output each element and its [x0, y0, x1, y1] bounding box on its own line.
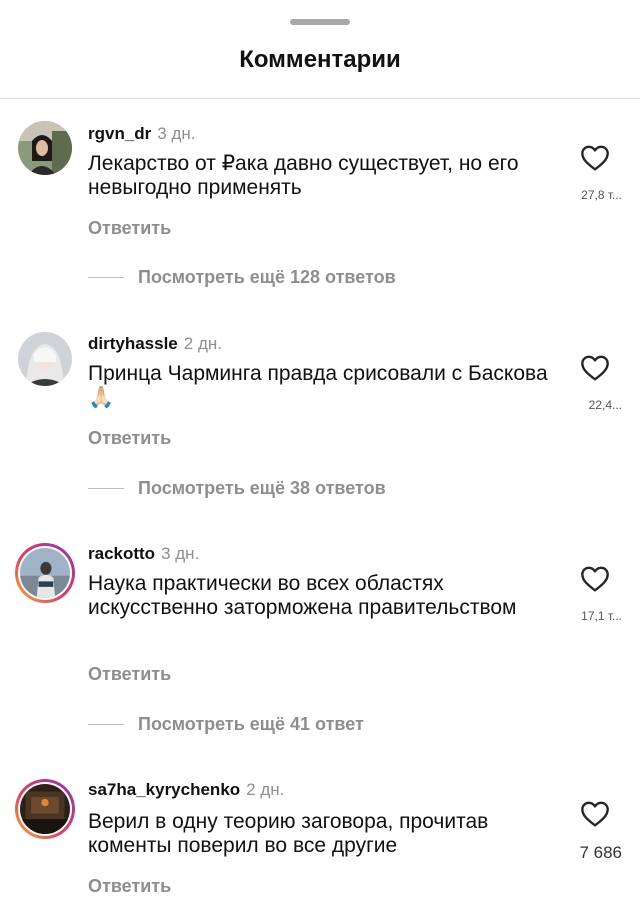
header-divider	[0, 98, 640, 99]
avatar-photo	[20, 548, 70, 598]
username[interactable]: rgvn_dr	[88, 124, 151, 143]
like-heart-icon[interactable]	[578, 798, 612, 830]
username[interactable]: sa7ha_kyrychenko	[88, 780, 240, 799]
comment-text: Лекарство от ₽ака давно существует, но е…	[88, 152, 519, 199]
comment-text: Верил в одну теорию заговора, прочитав к…	[88, 810, 489, 857]
comment-text: Наука практически во всех областях искус…	[88, 572, 517, 619]
divider-line	[88, 277, 124, 278]
view-more-replies[interactable]: Посмотреть ещё 38 ответов	[88, 478, 386, 499]
timestamp: 3 дн.	[161, 544, 200, 563]
view-more-replies-label: Посмотреть ещё 38 ответов	[138, 478, 386, 498]
comments-sheet: Комментарии rgvn_dr 3 дн. Лекарство от ₽а…	[0, 0, 640, 912]
like-count: 27,8 т...	[581, 188, 622, 202]
like-heart-icon[interactable]	[578, 142, 612, 174]
page-title: Комментарии	[239, 46, 401, 73]
like-count: 17,1 т...	[581, 609, 622, 623]
avatar[interactable]	[18, 332, 72, 386]
divider-line	[88, 724, 124, 725]
timestamp: 2 дн.	[183, 334, 222, 353]
divider-line	[88, 488, 124, 489]
avatar-story-ring[interactable]	[15, 543, 75, 603]
drag-handle[interactable]	[290, 19, 350, 25]
timestamp: 2 дн.	[246, 780, 285, 799]
like-count: 7 686	[579, 843, 622, 862]
username[interactable]: rackotto	[88, 544, 155, 563]
view-more-replies[interactable]: Посмотреть ещё 41 ответ	[88, 714, 364, 735]
view-more-replies[interactable]: Посмотреть ещё 128 ответов	[88, 267, 396, 288]
comment-meta: sa7ha_kyrychenko 2 дн.	[88, 780, 284, 800]
avatar-story-ring[interactable]	[15, 779, 75, 839]
comment-meta: rackotto 3 дн.	[88, 544, 199, 564]
timestamp: 3 дн.	[157, 124, 196, 143]
avatar[interactable]	[18, 121, 72, 175]
reply-button[interactable]: Ответить	[88, 664, 171, 685]
like-heart-icon[interactable]	[578, 352, 612, 384]
reply-button[interactable]: Ответить	[88, 428, 171, 449]
reply-button[interactable]: Ответить	[88, 876, 171, 897]
like-count: 22,4...	[588, 398, 622, 412]
username[interactable]: dirtyhassle	[88, 334, 178, 353]
avatar-photo	[18, 121, 72, 175]
avatar-photo	[18, 332, 72, 386]
reply-button[interactable]: Ответить	[88, 218, 171, 239]
comment-text: Принца Чарминга правда срисовали с Баско…	[88, 362, 548, 409]
view-more-replies-label: Посмотреть ещё 41 ответ	[138, 714, 364, 734]
like-heart-icon[interactable]	[578, 563, 612, 595]
avatar-photo	[20, 784, 70, 834]
comment-meta: dirtyhassle 2 дн.	[88, 334, 222, 354]
comment-meta: rgvn_dr 3 дн.	[88, 124, 196, 144]
view-more-replies-label: Посмотреть ещё 128 ответов	[138, 267, 396, 287]
